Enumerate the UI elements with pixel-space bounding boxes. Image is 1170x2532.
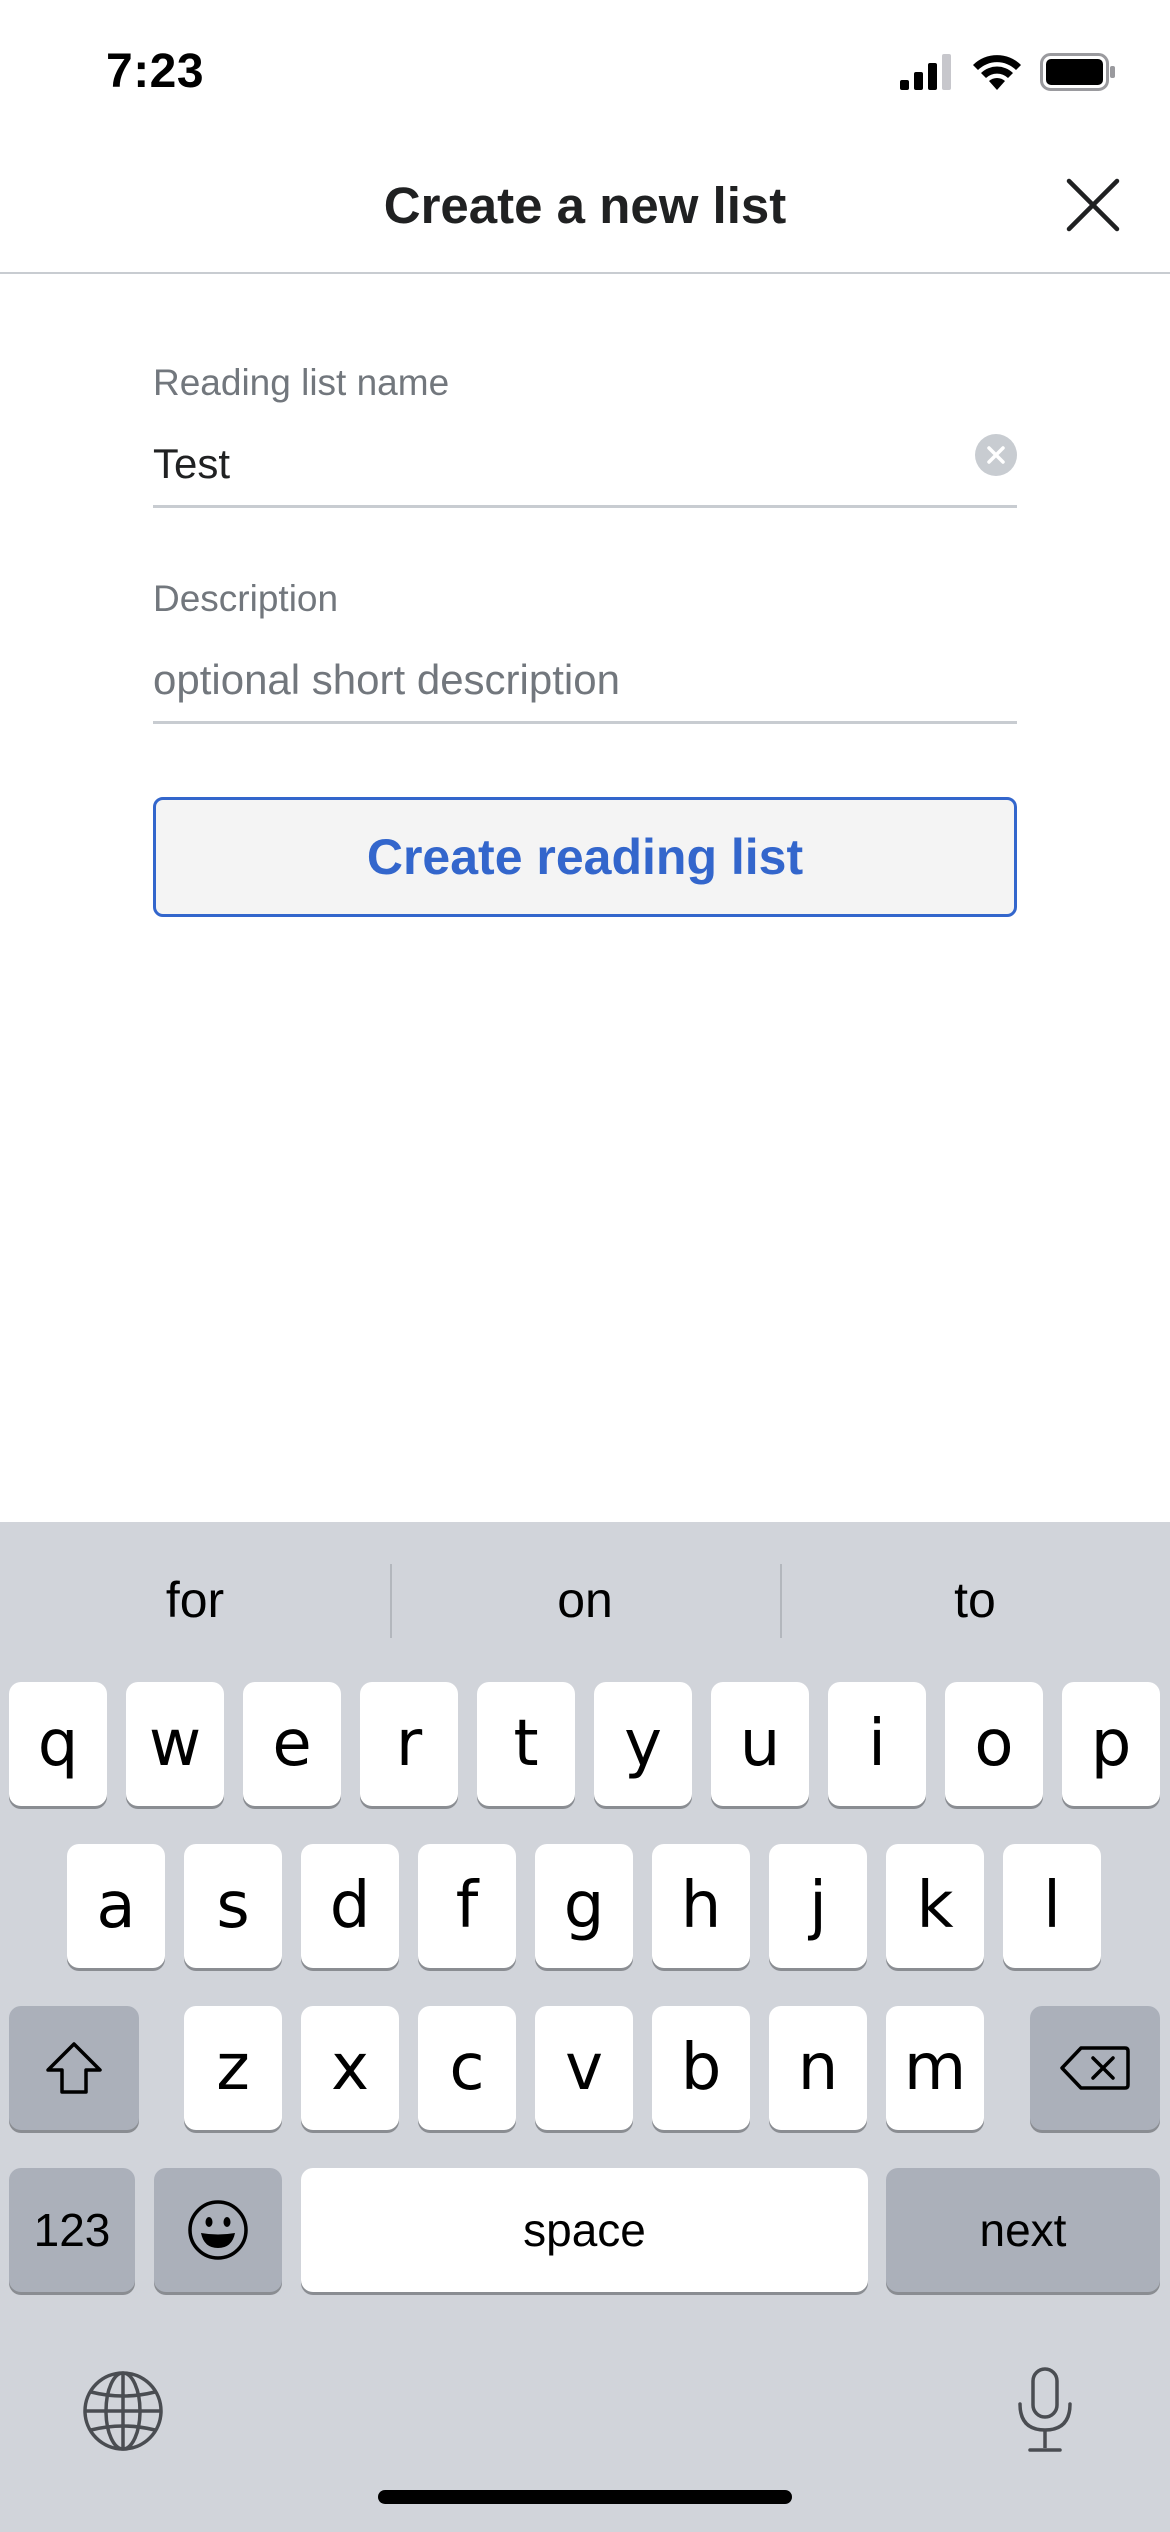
space-key[interactable]: space xyxy=(301,2168,868,2292)
key-k[interactable]: k xyxy=(886,1844,984,1968)
key-t[interactable]: t xyxy=(477,1682,575,1806)
key-u[interactable]: u xyxy=(711,1682,809,1806)
globe-icon xyxy=(83,2371,163,2451)
suggestion-item[interactable]: on xyxy=(390,1522,780,1677)
key-y[interactable]: y xyxy=(594,1682,692,1806)
key-e[interactable]: e xyxy=(243,1682,341,1806)
key-o[interactable]: o xyxy=(945,1682,1043,1806)
battery-icon xyxy=(1040,53,1115,91)
key-g[interactable]: g xyxy=(535,1844,633,1968)
key-w[interactable]: w xyxy=(126,1682,224,1806)
suggestion-item[interactable]: to xyxy=(780,1522,1170,1677)
key-m[interactable]: m xyxy=(886,2006,984,2130)
wifi-icon xyxy=(973,55,1021,90)
shift-key[interactable] xyxy=(9,2006,139,2130)
globe-button[interactable] xyxy=(80,2368,166,2454)
dictation-button[interactable] xyxy=(1000,2364,1090,2456)
reading-list-name-input[interactable]: Test xyxy=(153,430,1017,508)
clear-text-button[interactable] xyxy=(975,434,1017,476)
key-z[interactable]: z xyxy=(184,2006,282,2130)
create-reading-list-label: Create reading list xyxy=(366,829,804,885)
header: Create a new list xyxy=(0,140,1170,274)
status-time: 7:23 xyxy=(106,45,205,98)
key-s[interactable]: s xyxy=(184,1844,282,1968)
backspace-key[interactable] xyxy=(1030,2006,1160,2130)
key-a[interactable]: a xyxy=(67,1844,165,1968)
suggestion-item[interactable]: for xyxy=(0,1522,390,1677)
key-b[interactable]: b xyxy=(652,2006,750,2130)
numbers-key[interactable]: 123 xyxy=(9,2168,135,2292)
description-input[interactable]: optional short description xyxy=(153,646,1017,724)
key-n[interactable]: n xyxy=(769,2006,867,2130)
reading-list-name-value: Test xyxy=(153,440,231,487)
key-x[interactable]: x xyxy=(301,2006,399,2130)
emoji-key[interactable] xyxy=(154,2168,282,2292)
reading-list-name-label: Reading list name xyxy=(153,362,450,403)
reading-list-name-field: Reading list name Test xyxy=(153,362,1017,508)
cellular-signal-icon xyxy=(900,54,951,90)
page-title: Create a new list xyxy=(383,177,787,234)
clear-icon xyxy=(987,446,1005,464)
key-r[interactable]: r xyxy=(360,1682,458,1806)
key-c[interactable]: c xyxy=(418,2006,516,2130)
key-j[interactable]: j xyxy=(769,1844,867,1968)
backspace-icon xyxy=(1060,2046,1130,2090)
key-i[interactable]: i xyxy=(828,1682,926,1806)
close-icon xyxy=(1066,178,1120,232)
shift-icon xyxy=(46,2042,102,2094)
description-field: Description optional short description xyxy=(153,578,1017,724)
status-icons xyxy=(900,52,1116,92)
next-key[interactable]: next xyxy=(886,2168,1160,2292)
key-d[interactable]: d xyxy=(301,1844,399,1968)
emoji-icon xyxy=(188,2200,248,2260)
home-indicator xyxy=(378,2490,792,2504)
suggestion-bar: for on to xyxy=(0,1522,1170,1677)
key-q[interactable]: q xyxy=(9,1682,107,1806)
key-p[interactable]: p xyxy=(1062,1682,1160,1806)
key-l[interactable]: l xyxy=(1003,1844,1101,1968)
close-button[interactable] xyxy=(1058,170,1128,240)
key-h[interactable]: h xyxy=(652,1844,750,1968)
microphone-icon xyxy=(1018,2367,1072,2452)
keyboard: for on to q w e r t y u i o p a s d f g … xyxy=(0,1522,1170,2532)
status-bar: 7:23 xyxy=(0,0,1170,140)
description-label: Description xyxy=(153,578,339,619)
key-f[interactable]: f xyxy=(418,1844,516,1968)
key-v[interactable]: v xyxy=(535,2006,633,2130)
description-placeholder: optional short description xyxy=(153,656,620,703)
create-reading-list-button[interactable]: Create reading list xyxy=(153,797,1017,917)
